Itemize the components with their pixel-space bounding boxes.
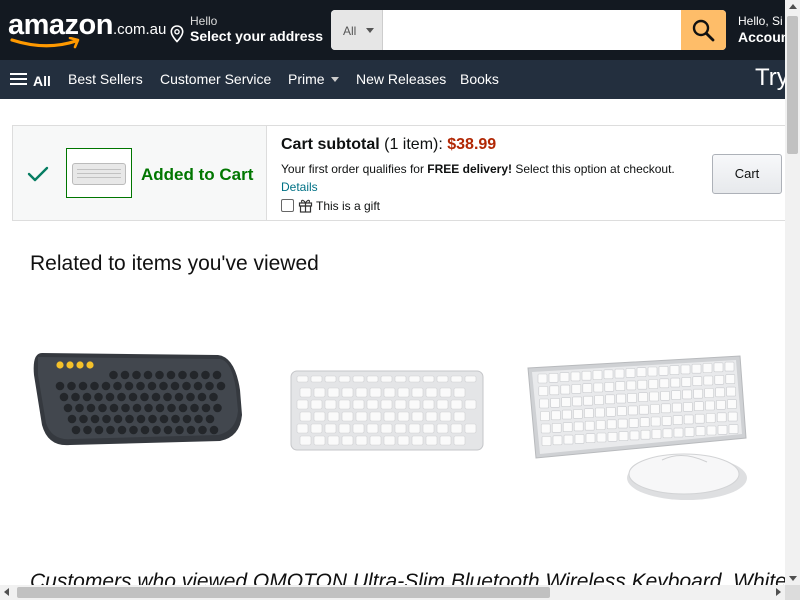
caret-down-icon bbox=[330, 77, 339, 82]
nav-customer-service[interactable]: Customer Service bbox=[160, 71, 271, 87]
added-confirmation: Added to Cart bbox=[13, 126, 267, 220]
subtotal-label: Cart subtotal bbox=[281, 136, 380, 153]
added-to-cart-panel: Added to Cart Cart subtotal (1 item): $3… bbox=[12, 125, 785, 221]
nav-promo-link[interactable]: Try bbox=[755, 64, 789, 92]
gift-icon bbox=[298, 199, 313, 213]
caret-down-icon bbox=[366, 28, 374, 33]
location-greeting: Hello bbox=[190, 14, 218, 28]
all-menu-button[interactable]: All bbox=[10, 70, 51, 89]
cart-subtotal: Cart subtotal (1 item): $38.99 bbox=[281, 136, 496, 154]
subtotal-item-count: (1 item): bbox=[384, 136, 443, 153]
silver-keyboard-mouse-image bbox=[527, 355, 747, 500]
account-menu[interactable]: Hello, Si Accoun bbox=[738, 14, 789, 45]
horizontal-scroll-thumb[interactable] bbox=[17, 587, 550, 598]
dark-keyboard-image bbox=[33, 353, 242, 446]
horizontal-scrollbar[interactable] bbox=[0, 585, 785, 600]
related-product-3[interactable] bbox=[522, 350, 750, 510]
vertical-scroll-thumb[interactable] bbox=[787, 16, 798, 154]
search-category-dropdown[interactable]: All bbox=[331, 10, 383, 50]
qualify-bold: FREE delivery! bbox=[427, 162, 512, 176]
hamburger-icon bbox=[10, 70, 27, 88]
keyboard-image bbox=[72, 163, 126, 185]
subtotal-price: $38.99 bbox=[447, 136, 497, 153]
location-select-address: Select your address bbox=[190, 28, 324, 44]
all-label: All bbox=[33, 73, 51, 89]
account-greeting: Hello, Si bbox=[738, 14, 783, 28]
gift-label: This is a gift bbox=[316, 199, 381, 213]
added-item-thumbnail[interactable] bbox=[66, 148, 132, 198]
search-button[interactable] bbox=[681, 10, 726, 50]
scroll-down-arrow-icon[interactable] bbox=[789, 576, 797, 581]
added-to-cart-text: Added to Cart bbox=[141, 165, 254, 184]
search-input[interactable] bbox=[383, 10, 681, 50]
smile-arrow-icon bbox=[10, 37, 80, 49]
scroll-left-arrow-icon[interactable] bbox=[4, 588, 9, 596]
qualify-prefix: Your first order qualifies for bbox=[281, 162, 428, 176]
go-to-cart-button[interactable]: Cart bbox=[712, 154, 782, 194]
nav-prime[interactable]: Prime bbox=[288, 71, 339, 87]
account-label: Accoun bbox=[738, 29, 790, 45]
gift-option[interactable]: This is a gift bbox=[281, 198, 380, 213]
free-delivery-message: Your first order qualifies for FREE deli… bbox=[281, 162, 675, 176]
nav-books[interactable]: Books bbox=[460, 71, 499, 87]
search-icon bbox=[692, 19, 715, 42]
related-product-2[interactable] bbox=[290, 370, 485, 457]
vertical-scrollbar[interactable] bbox=[785, 0, 800, 585]
nav-bar: All Best Sellers Customer Service Prime … bbox=[0, 60, 789, 99]
search-bar: All bbox=[331, 10, 726, 50]
top-header: amazon.com.au Hello Select your address … bbox=[0, 0, 800, 60]
white-keyboard-image bbox=[290, 370, 484, 451]
logo-tld: .com.au bbox=[112, 21, 167, 38]
nav-new-releases[interactable]: New Releases bbox=[356, 71, 446, 87]
gift-checkbox[interactable] bbox=[281, 199, 294, 212]
location-pin-icon bbox=[170, 25, 184, 43]
nav-best-sellers[interactable]: Best Sellers bbox=[68, 71, 143, 87]
search-category-label: All bbox=[343, 24, 357, 38]
scrollbar-corner bbox=[785, 585, 800, 600]
amazon-logo[interactable]: amazon.com.au bbox=[8, 10, 167, 49]
qualify-suffix: Select this option at checkout. bbox=[512, 162, 675, 176]
related-product-1[interactable] bbox=[30, 345, 245, 455]
scroll-right-arrow-icon[interactable] bbox=[776, 588, 781, 596]
details-link[interactable]: Details bbox=[281, 180, 318, 194]
nav-prime-label: Prime bbox=[288, 71, 325, 87]
scroll-up-arrow-icon[interactable] bbox=[789, 4, 797, 9]
checkmark-icon bbox=[27, 166, 49, 182]
related-items-heading: Related to items you've viewed bbox=[30, 252, 319, 275]
